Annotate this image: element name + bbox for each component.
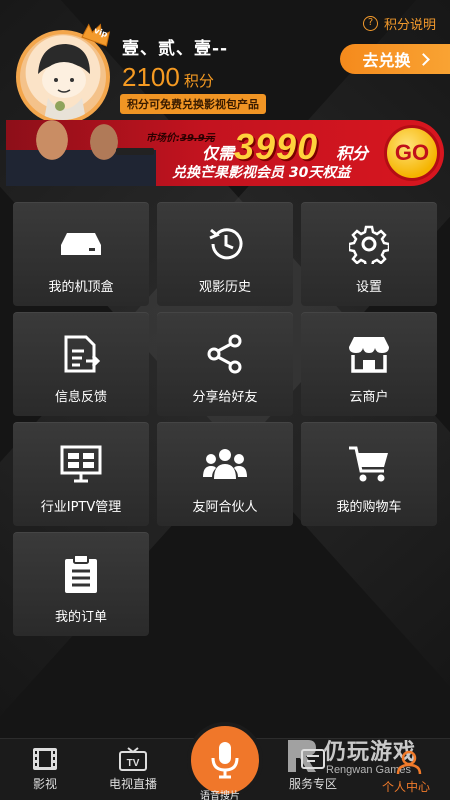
banner-image (6, 120, 156, 186)
tile-label: 分享给好友 (192, 390, 258, 405)
partners-icon (203, 442, 247, 486)
promo-banner[interactable]: 市场价:39.9元 仅需 3990 积分 兑换芒果影视会员 30天权益 GO (6, 120, 444, 186)
tile-shopping-cart[interactable]: 我的购物车 (301, 422, 437, 526)
tile-watch-history[interactable]: 观影历史 (157, 202, 293, 306)
tile-label: 观影历史 (198, 280, 251, 295)
banner-description: 兑换芒果影视会员 30天权益 (172, 165, 351, 181)
exchange-button-label: 去兑换 (362, 51, 411, 70)
watermark-logo (288, 740, 316, 772)
iptv-management-icon (59, 442, 103, 486)
history-icon (203, 222, 247, 266)
nav-label-active[interactable]: 个人中心 (382, 778, 430, 795)
tile-iptv-management[interactable]: 行业IPTV管理 (13, 422, 149, 526)
tile-cloud-merchant[interactable]: 云商户 (301, 312, 437, 416)
tile-label: 设置 (355, 280, 382, 295)
nav-label: 影视 (32, 777, 57, 791)
banner-points-unit: 积分 (336, 144, 369, 163)
tile-share[interactable]: 分享给好友 (157, 312, 293, 416)
tile-label: 行业IPTV管理 (40, 500, 122, 515)
tv-icon: TV (119, 747, 147, 771)
order-icon (59, 552, 103, 596)
voice-search-label: 语音搜片 (200, 791, 240, 800)
store-icon (347, 332, 391, 376)
exchange-button[interactable]: 去兑换 (340, 44, 450, 74)
tile-label: 我的订单 (54, 610, 107, 625)
tile-settings[interactable]: 设置 (301, 202, 437, 306)
points-note: 积分可免费兑换影视包产品 (120, 94, 266, 114)
nav-item-film[interactable]: 影视 (10, 747, 80, 792)
cart-icon (347, 442, 391, 486)
avatar[interactable]: vip (16, 23, 111, 124)
share-icon (203, 332, 247, 376)
nav-label: 电视直播 (108, 777, 157, 791)
tile-label: 信息反馈 (54, 390, 107, 405)
film-icon (33, 748, 57, 770)
tile-label: 我的机顶盒 (48, 280, 114, 295)
points-balance: 2100 积分 (122, 62, 214, 93)
banner-only-text: 仅需 (202, 144, 235, 163)
chevron-right-icon (416, 52, 430, 66)
question-icon: ? (362, 16, 378, 31)
tile-label: 友阿合伙人 (192, 500, 258, 515)
avatar-illustration (38, 44, 90, 120)
points-value: 2100 (122, 62, 180, 92)
tile-label: 我的购物车 (336, 500, 402, 515)
tile-my-orders[interactable]: 我的订单 (13, 532, 149, 636)
tile-feedback[interactable]: 信息反馈 (13, 312, 149, 416)
tile-set-top-box[interactable]: 我的机顶盒 (13, 202, 149, 306)
tile-partners[interactable]: 友阿合伙人 (157, 422, 293, 526)
feedback-icon (59, 332, 103, 376)
set-top-box-icon (59, 222, 103, 266)
person-icon (396, 750, 422, 774)
points-help-link[interactable]: ? 积分说明 (362, 14, 436, 33)
tile-label: 云商户 (349, 390, 389, 405)
points-unit: 积分 (183, 72, 214, 90)
microphone-icon (211, 742, 239, 779)
gear-icon (347, 222, 391, 266)
user-name: 壹、贰、壹-- (122, 39, 229, 59)
go-button[interactable]: GO (384, 125, 440, 181)
nav-item-live-tv[interactable]: TV 电视直播 (98, 747, 168, 792)
points-help-label: 积分说明 (383, 18, 436, 33)
svg-text:TV: TV (127, 758, 140, 769)
